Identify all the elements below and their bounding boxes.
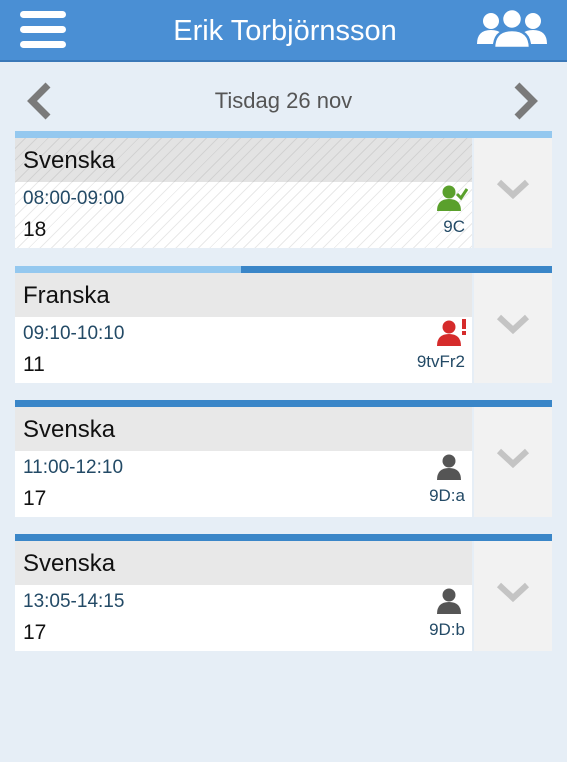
lesson-progress-bar [15,266,552,273]
lesson-room: 11 [23,353,45,376]
previous-day-button[interactable] [22,81,62,121]
lesson-details: Svenska 08:00-09:00 18 9C [15,138,472,248]
expand-button[interactable] [474,541,552,651]
lesson-group: 9D:a [429,486,465,505]
lesson-header: Svenska [15,407,472,451]
lesson-subject: Svenska [23,147,116,174]
lesson-room: 17 [23,621,47,644]
lesson-card[interactable]: Svenska 11:00-12:10 17 9D:a [15,400,552,517]
lesson-card[interactable]: Svenska 13:05-14:15 17 9D:b [15,534,552,651]
lesson-header: Svenska [15,541,472,585]
lesson-progress-fill [15,266,241,273]
lesson-room: 18 [23,218,47,241]
chevron-down-icon [496,179,530,200]
expand-button[interactable] [474,138,552,248]
lesson-group: 9C [443,217,465,236]
lesson-details: Svenska 11:00-12:10 17 9D:a [15,407,472,517]
lesson-time: 08:00-09:00 [23,188,125,209]
chevron-left-icon [27,82,51,120]
users-group-icon [477,7,547,50]
next-day-button[interactable] [505,81,545,121]
lesson-subject: Franska [23,282,110,309]
lesson-group: 9D:b [429,620,465,639]
lesson-room: 17 [23,487,47,510]
lesson-card[interactable]: Franska 09:10-10:10 11 9tvFr2 [15,266,552,383]
lesson-progress-fill [15,131,552,138]
user-check-icon [437,185,468,211]
lesson-time: 13:05-14:15 [23,591,125,612]
lesson-header: Svenska [15,138,472,182]
user-icon [437,454,461,480]
chevron-down-icon [496,314,530,335]
groups-button[interactable] [474,6,550,52]
page-title: Erik Torbjörnsson [173,15,397,47]
lesson-card[interactable]: Svenska 08:00-09:00 18 9C [15,131,552,248]
lesson-subject: Svenska [23,550,116,577]
lesson-header: Franska [15,273,472,317]
lesson-time: 09:10-10:10 [23,323,125,344]
chevron-right-icon [514,82,538,120]
lesson-progress-bar [15,131,552,138]
lesson-progress-bar [15,534,552,541]
chevron-down-icon [496,448,530,469]
user-alert-icon [437,319,466,346]
expand-button[interactable] [474,273,552,383]
hamburger-menu-icon [20,11,66,18]
date-label: Tisdag 26 nov [214,88,353,113]
expand-button[interactable] [474,407,552,517]
date-navigation: Tisdag 26 nov [0,72,567,128]
menu-button[interactable] [20,11,66,49]
lesson-details: Svenska 13:05-14:15 17 9D:b [15,541,472,651]
chevron-down-icon [496,582,530,603]
lesson-progress-bar [15,400,552,407]
app-bar: Erik Torbjörnsson [0,0,567,62]
lesson-group: 9tvFr2 [416,352,465,371]
lesson-time: 11:00-12:10 [23,457,124,478]
lesson-details: Franska 09:10-10:10 11 9tvFr2 [15,273,472,383]
lesson-subject: Svenska [23,416,116,443]
user-icon [437,588,461,614]
